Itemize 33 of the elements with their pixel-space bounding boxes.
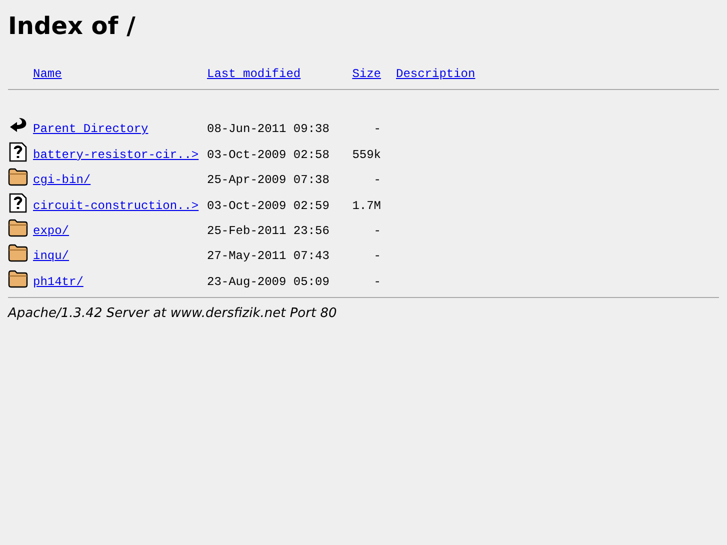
file-link[interactable]: inqu/ <box>33 249 207 264</box>
server-signature: Apache/1.3.42 Server at www.dersfizik.net Port 80 <box>8 306 338 321</box>
modified-date: 08-Jun-2011 09:38 <box>207 122 330 136</box>
file-size: - <box>372 249 381 264</box>
column-sort-link[interactable]: Description <box>396 67 476 81</box>
file-size: - <box>372 224 381 238</box>
unknown-file-icon <box>8 192 28 213</box>
column-sort-link[interactable]: Last modified <box>207 67 301 81</box>
folder-icon <box>8 243 28 264</box>
modified-date: 25-Feb-2011 23:56 <box>207 224 330 238</box>
modified-date: 25-Apr-2009 07:38 <box>207 173 330 188</box>
file-link[interactable]: cgi-bin/ <box>33 173 207 188</box>
file-size: - <box>372 274 381 289</box>
column-sort-link[interactable]: Size <box>352 67 381 81</box>
file-size: - <box>372 173 381 188</box>
modified-date: 03-Oct-2009 02:58 <box>207 148 330 162</box>
modified-date: 03-Oct-2009 02:59 <box>207 198 330 213</box>
file-link[interactable]: ph14tr/ <box>33 274 207 289</box>
file-size: 1.7M <box>351 198 381 213</box>
page-title: Index of / <box>8 11 136 41</box>
file-size: - <box>372 122 381 136</box>
file-link[interactable]: Parent Directory <box>33 122 207 136</box>
column-sort-link[interactable]: Name <box>33 67 62 81</box>
unknown-file-icon <box>8 142 28 162</box>
folder-icon <box>8 268 28 289</box>
modified-date: 23-Aug-2009 05:09 <box>207 274 330 289</box>
file-link[interactable]: battery-resistor-cir..> <box>33 148 207 162</box>
file-link[interactable]: circuit-construction..> <box>33 198 207 213</box>
folder-icon <box>8 167 28 188</box>
folder-icon <box>8 218 28 238</box>
file-link[interactable]: expo/ <box>33 224 207 238</box>
modified-date: 27-May-2011 07:43 <box>207 249 330 264</box>
file-size: 559k <box>351 148 381 162</box>
